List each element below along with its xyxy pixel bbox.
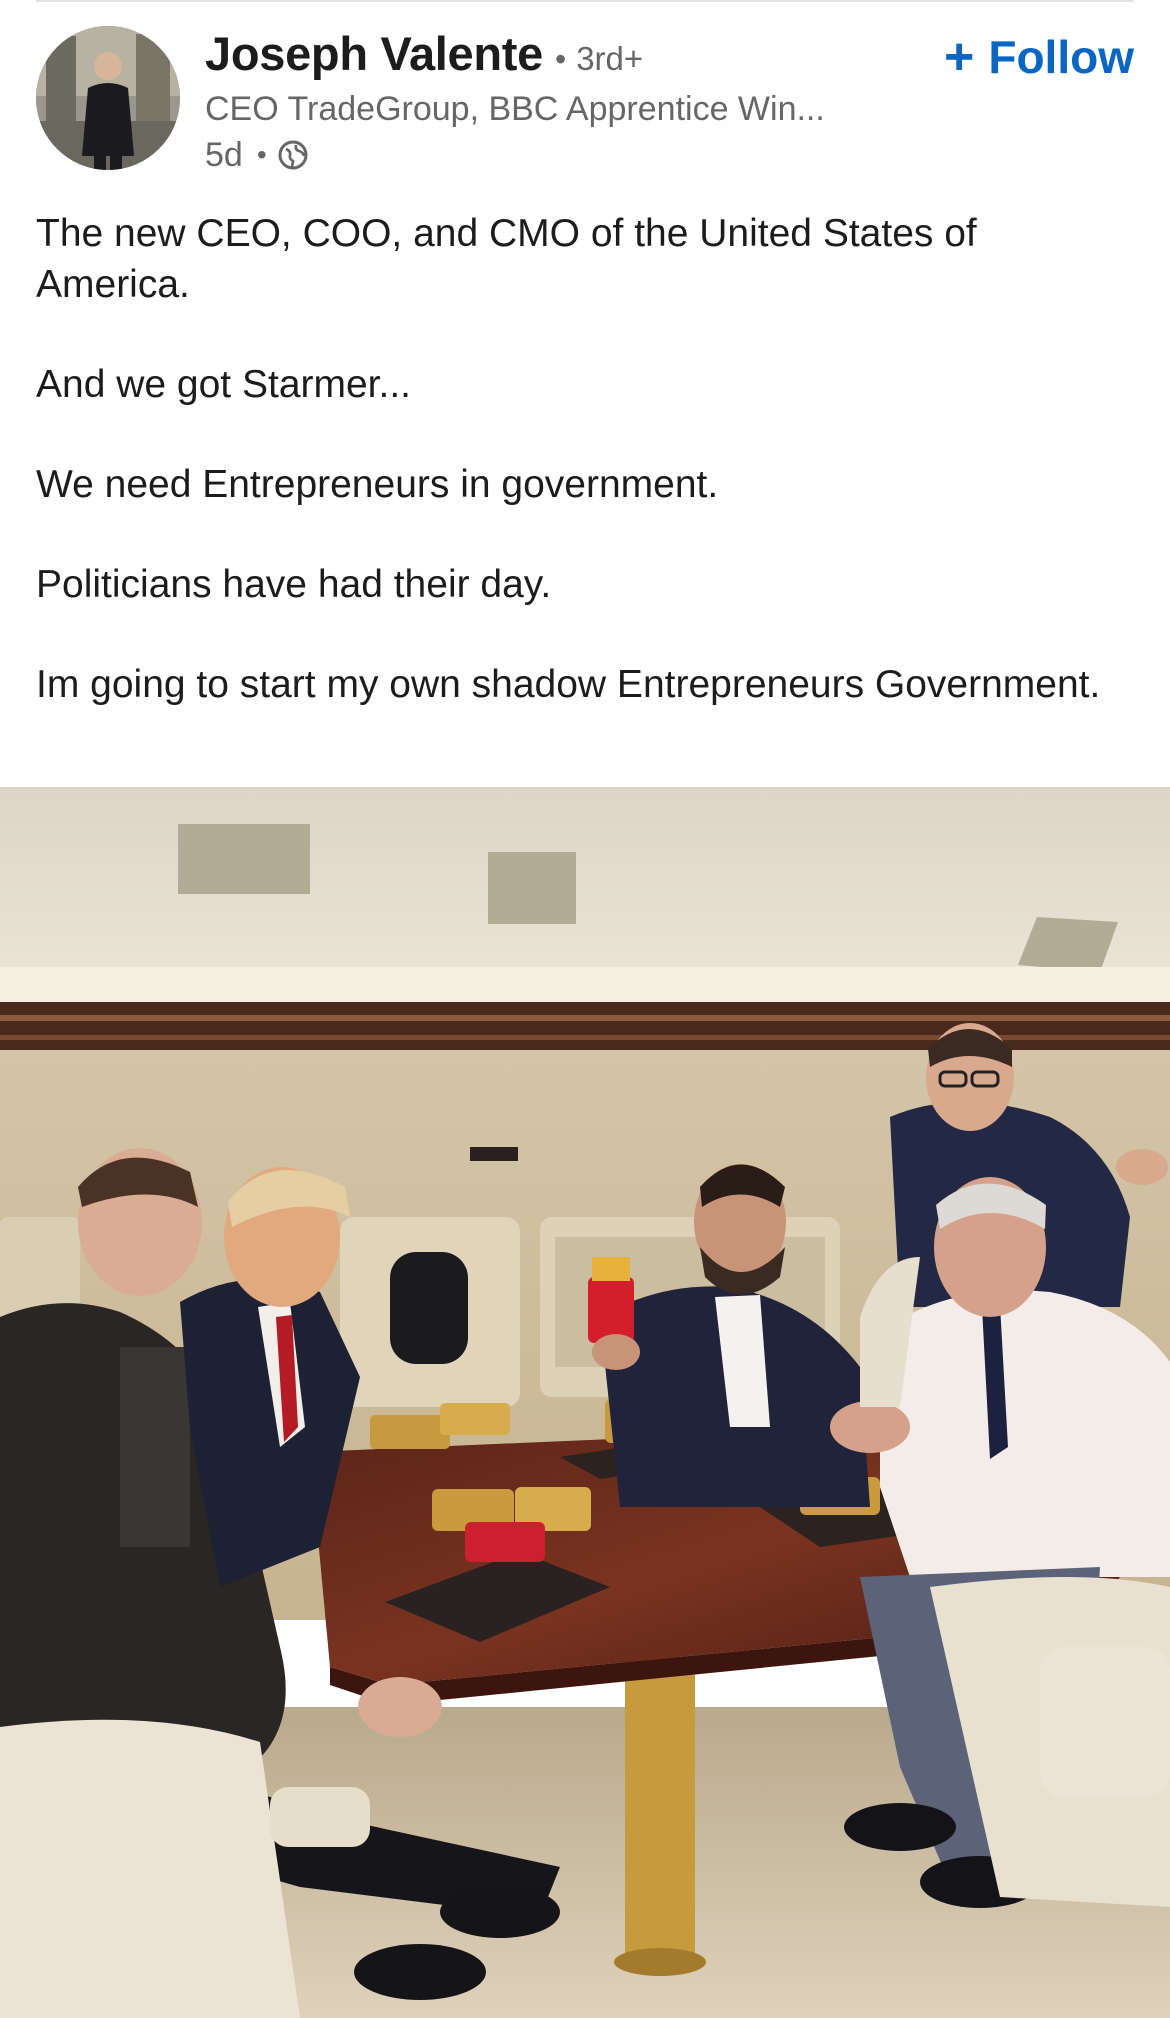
post-paragraph: The new CEO, COO, and CMO of the United … — [36, 212, 977, 306]
post-meta: 5d • — [205, 132, 885, 178]
top-divider — [36, 0, 1134, 2]
post-body: The new CEO, COO, and CMO of the United … — [36, 208, 1136, 710]
meta-separator: • — [256, 139, 267, 170]
post-paragraph: Im going to start my own shadow Entrepre… — [36, 663, 1101, 706]
author-headline: CEO TradeGroup, BBC Apprentice Win... — [205, 90, 825, 128]
author-name[interactable]: Joseph Valente — [205, 26, 543, 81]
post-paragraph: And we got Starmer... — [36, 363, 412, 406]
follow-label: Follow — [988, 31, 1134, 83]
post-paragraph: We need Entrepreneurs in government. — [36, 463, 719, 506]
author-info: Joseph Valente • 3rd+ CEO TradeGroup, BB… — [205, 26, 885, 178]
degree-separator: • — [555, 41, 567, 77]
author-line: Joseph Valente • 3rd+ — [205, 26, 885, 86]
follow-button[interactable]: + Follow — [944, 30, 1134, 84]
post-paragraph: Politicians have had their day. — [36, 563, 552, 606]
post-photo[interactable] — [0, 787, 1170, 2018]
globe-icon — [277, 139, 309, 171]
post-header: Joseph Valente • 3rd+ CEO TradeGroup, BB… — [36, 26, 1134, 174]
author-avatar[interactable] — [36, 26, 180, 170]
plus-icon: + — [943, 28, 975, 86]
post-timestamp: 5d — [205, 135, 243, 174]
connection-degree: 3rd+ — [576, 40, 644, 77]
